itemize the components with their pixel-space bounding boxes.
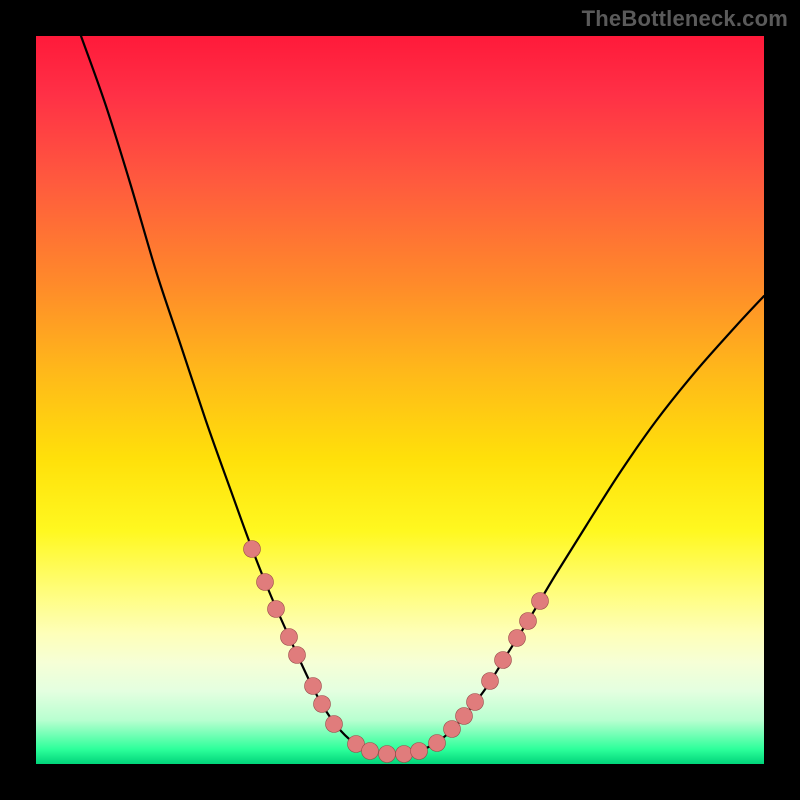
data-dot xyxy=(396,746,413,763)
data-dot xyxy=(305,678,322,695)
data-dot xyxy=(281,629,298,646)
data-dot xyxy=(244,541,261,558)
data-dot xyxy=(456,708,473,725)
data-dot xyxy=(482,673,499,690)
data-dot xyxy=(532,593,549,610)
data-dot xyxy=(429,735,446,752)
data-dot xyxy=(509,630,526,647)
data-dot xyxy=(411,743,428,760)
data-dot xyxy=(495,652,512,669)
data-dot xyxy=(257,574,274,591)
data-dot xyxy=(520,613,537,630)
data-dots xyxy=(244,541,549,763)
data-dot xyxy=(326,716,343,733)
curve-svg xyxy=(36,36,764,764)
data-dot xyxy=(379,746,396,763)
bottleneck-curve xyxy=(81,36,764,754)
plot-area xyxy=(36,36,764,764)
chart-frame: TheBottleneck.com xyxy=(0,0,800,800)
data-dot xyxy=(444,721,461,738)
data-dot xyxy=(362,743,379,760)
data-dot xyxy=(314,696,331,713)
data-dot xyxy=(268,601,285,618)
data-dot xyxy=(289,647,306,664)
watermark-label: TheBottleneck.com xyxy=(582,6,788,32)
data-dot xyxy=(467,694,484,711)
